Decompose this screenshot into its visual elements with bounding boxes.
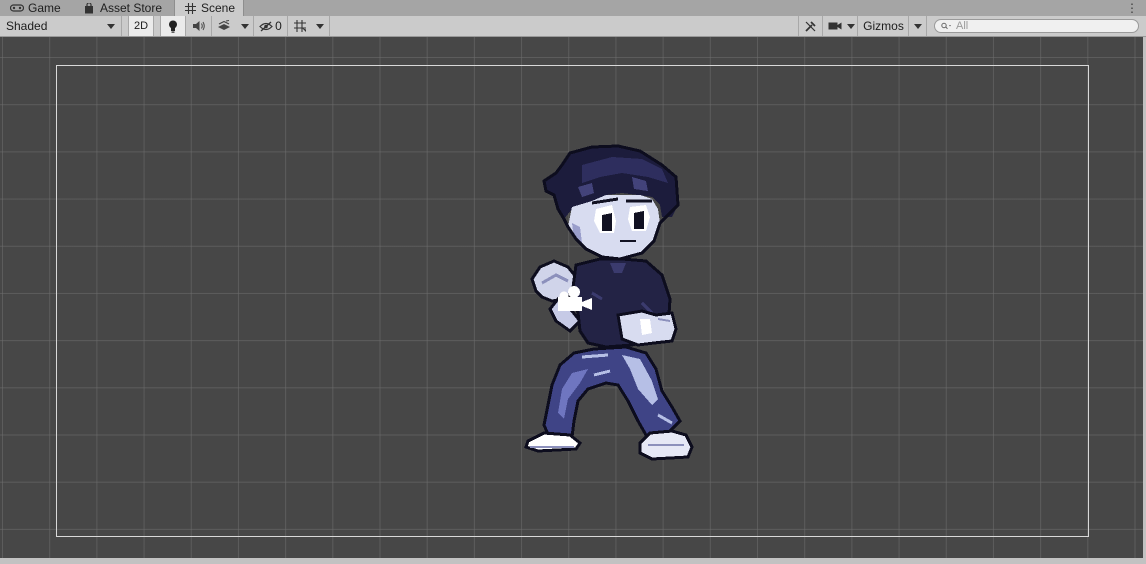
hierarchy-search-field[interactable] <box>934 19 1139 33</box>
tools-icon <box>805 20 816 32</box>
gizmos-label: Gizmos <box>863 19 904 33</box>
draw-mode-dropdown[interactable]: Shaded <box>0 16 122 36</box>
scene-viewport[interactable] <box>0 37 1143 558</box>
camera-settings-button[interactable] <box>825 16 845 36</box>
scene-view-window: Game Asset Store Scene ⋮ Shaded 2D 0 Giz… <box>0 0 1146 564</box>
camera-dropdown-button[interactable] <box>845 16 858 36</box>
hidden-eye-icon <box>259 21 274 31</box>
chevron-down-icon <box>316 23 324 29</box>
scene-toolbar: Shaded 2D 0 Gizmos All <box>0 16 1146 37</box>
toggle-effects-button[interactable] <box>212 16 236 36</box>
gizmos-button[interactable]: Gizmos <box>859 16 909 36</box>
draw-mode-label: Shaded <box>6 19 48 33</box>
grid-snap-button[interactable] <box>289 16 311 36</box>
tab-label: Asset Store <box>100 1 163 15</box>
window-bottom-edge <box>0 558 1146 564</box>
tab-game[interactable]: Game <box>2 0 69 16</box>
chevron-down-icon <box>240 23 249 29</box>
grid-icon <box>183 2 197 14</box>
toggle-2d-label: 2D <box>133 20 149 32</box>
tab-bar: Game Asset Store Scene ⋮ <box>0 0 1146 17</box>
tab-label: Game <box>28 1 61 15</box>
chevron-down-icon <box>913 23 922 29</box>
character-sprite[interactable] <box>522 143 696 463</box>
tools-button[interactable] <box>798 16 823 36</box>
gamepad-icon <box>10 2 24 14</box>
gizmos-dropdown-button[interactable] <box>909 16 927 36</box>
chevron-down-icon <box>847 23 855 29</box>
toggle-lighting-button[interactable] <box>160 16 186 36</box>
search-icon <box>941 22 951 30</box>
effects-layers-icon <box>218 20 230 30</box>
tab-scene[interactable]: Scene <box>174 0 245 16</box>
grid-dropdown-button[interactable] <box>311 16 330 36</box>
search-input[interactable] <box>956 20 1136 32</box>
grid-snap-icon <box>294 20 306 32</box>
effects-dropdown-button[interactable] <box>236 16 254 36</box>
lightbulb-icon <box>169 20 177 33</box>
more-options-icon[interactable]: ⋮ <box>1126 0 1138 16</box>
toggle-audio-button[interactable] <box>186 16 212 36</box>
hidden-object-count: 0 <box>275 19 282 33</box>
speaker-icon <box>192 21 205 31</box>
video-camera-icon <box>828 22 842 30</box>
chevron-down-icon <box>107 23 115 29</box>
scene-visibility-button[interactable]: 0 <box>254 16 288 36</box>
tab-asset-store[interactable]: Asset Store <box>74 0 170 16</box>
shopping-bag-icon <box>82 2 96 14</box>
tab-label: Scene <box>201 1 236 15</box>
camera-gizmo-icon[interactable] <box>554 285 594 315</box>
toggle-2d-button[interactable]: 2D <box>128 16 154 36</box>
